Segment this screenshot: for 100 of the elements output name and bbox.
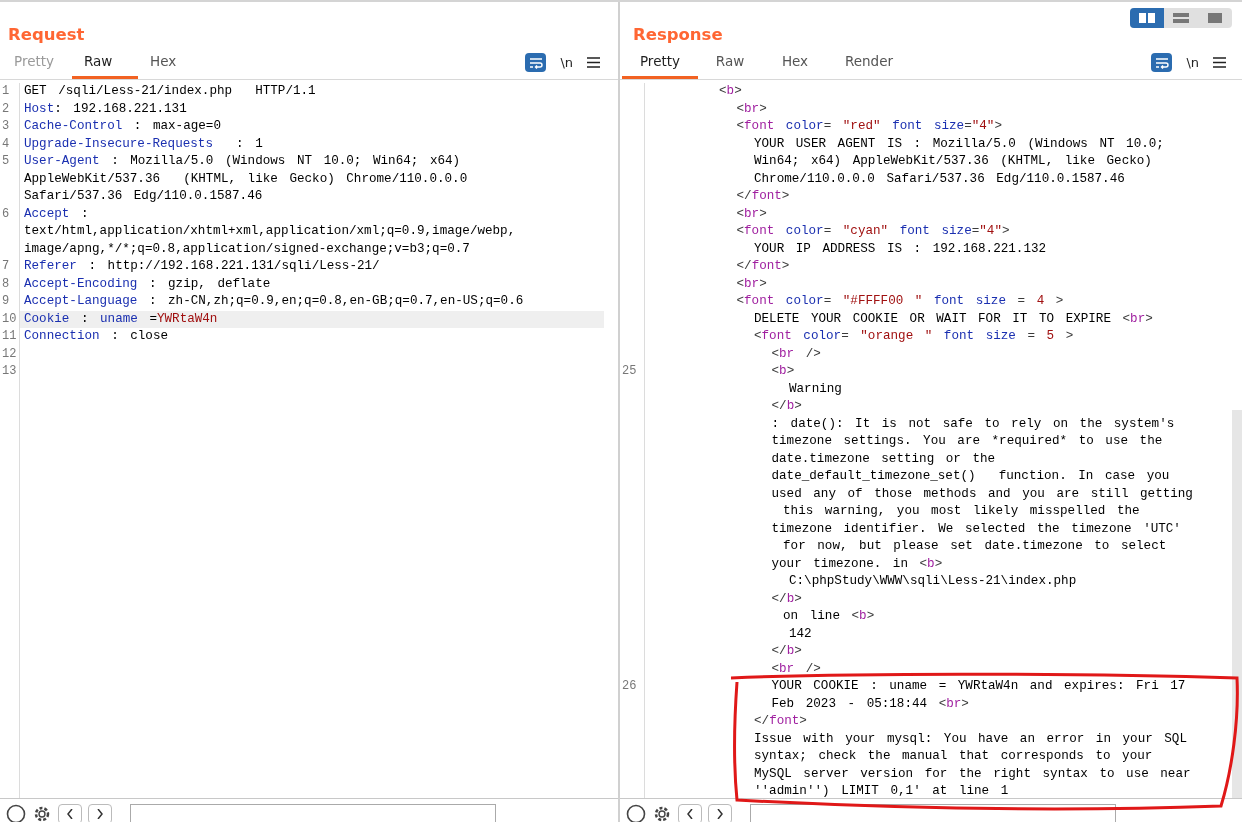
newline-toggle[interactable]: \n [1186, 55, 1199, 70]
code-line: date.timezone setting or the [770, 450, 996, 468]
columns-icon [1139, 13, 1155, 23]
code-line: Cookie : uname =YWRtaW4n [23, 310, 218, 328]
line-number: 26 [621, 678, 638, 695]
code-line: Chrome/110.0.0.0 Safari/537.36 Edg/110.0.1587.46 [753, 170, 1125, 188]
code-line: </font> [753, 713, 807, 730]
line-number: 10 [1, 310, 18, 328]
tab[interactable]: Hex [138, 46, 208, 79]
tab[interactable]: Render [828, 46, 910, 79]
code-line: this warning, you most likely misspelled the [782, 503, 1140, 520]
code-line: <br /> [770, 345, 821, 363]
forward-button[interactable] [708, 804, 732, 822]
code-line: <b> [718, 83, 742, 100]
panel-title: Response [633, 25, 723, 46]
code-line: Win64; x64) AppleWebKit/537.36 (KHTML, like Gecko) [753, 153, 1152, 170]
code-line: </font> [735, 188, 790, 205]
code-line: image/apng,*/*;q=0.8,application/signed-exchange;v=b3;q=0.7 [23, 240, 470, 258]
code-line: <br> [735, 275, 767, 293]
code-line: Upgrade-Insecure-Requests : 1 [23, 135, 263, 153]
code-line: YOUR USER AGENT IS : Mozilla/5.0 (Windows NT 10.0; [753, 135, 1164, 153]
scrollbar[interactable] [1232, 410, 1242, 798]
code-line: timezone settings. You are *required* to use the [770, 433, 1163, 450]
code-line: User-Agent : Mozilla/5.0 (Windows NT 10.0; Win64; x64) [23, 153, 461, 170]
tab[interactable]: Hex [762, 46, 828, 79]
code-line: <b> [770, 363, 795, 380]
code-line: Safari/537.36 Edg/110.0.1587.46 [23, 188, 263, 205]
settings-icon[interactable] [32, 804, 52, 822]
code-line: <br> [735, 100, 767, 118]
code-line: <font color= "orange " font size = 5 > [753, 328, 1074, 345]
code-line: C:\phpStudy\WWW\sqli\Less-21\index.php [788, 573, 1077, 590]
back-button[interactable] [58, 804, 82, 822]
code-line: <font color= "red" font size="4"> [735, 118, 1002, 135]
line-number: 1 [1, 83, 11, 100]
code-line: GET /sqli/Less-21/index.php HTTP/1.1 [23, 83, 316, 100]
wrap-icon[interactable] [525, 53, 547, 72]
code-line: : date(): It is not safe to rely on the system's [770, 415, 1175, 433]
line-number: 11 [1, 328, 18, 345]
forward-button[interactable] [88, 804, 112, 822]
line-number: 3 [1, 118, 11, 135]
rows-icon [1173, 13, 1189, 23]
code-line: text/html,application/xhtml+xml,application/xml;q=0.9,image/webp, [23, 223, 516, 240]
code-line: Referer : http://192.168.221.131/sqli/Less-21/ [23, 258, 380, 275]
tab[interactable]: Raw [698, 46, 762, 79]
line-number: 9 [1, 293, 11, 310]
code-line: YOUR IP ADDRESS IS : 192.168.221.132 [753, 240, 1047, 258]
code-line: </b> [770, 643, 802, 660]
layout-button[interactable] [1130, 8, 1164, 28]
help-icon[interactable] [6, 804, 26, 822]
code-line: ''admin'') LIMIT 0,1' at line 1 [753, 783, 1009, 798]
back-button[interactable] [678, 804, 702, 822]
code-line: 142 [788, 625, 812, 643]
tab[interactable]: Pretty [622, 46, 698, 79]
code-line: <font color= "#FFFF00 " font size = 4 > [735, 293, 1064, 310]
line-number: 12 [1, 345, 18, 363]
line-number: 25 [621, 363, 638, 380]
chevron-right-icon [97, 809, 103, 819]
code-line: Accept : [23, 205, 89, 223]
line-number: 5 [1, 153, 11, 170]
code-line: AppleWebKit/537.36 (KHTML, like Gecko) Chrome/110.0.0.0 [23, 170, 468, 188]
newline-toggle[interactable]: \n [560, 55, 573, 70]
code-line: </font> [735, 258, 790, 275]
code-line: date_default_timezone_set() function. In case you [770, 468, 1170, 485]
code-line: <font color= "cyan" font size="4"> [735, 223, 1010, 240]
code-line: Feb 2023 - 05:18:44 <br> [770, 695, 969, 713]
code-line: DELETE YOUR COOKIE OR WAIT FOR IT TO EXPIRE <br> [753, 310, 1153, 328]
help-icon[interactable] [626, 804, 646, 822]
line-number: 13 [1, 363, 18, 380]
menu-icon[interactable] [587, 57, 600, 68]
code-line: Warning [788, 380, 842, 398]
code-line: Accept-Encoding : gzip, deflate [23, 275, 271, 293]
code-line: your timezone. in <b> [770, 555, 943, 573]
search-field[interactable] [130, 804, 496, 822]
code-line: MySQL server version for the right syntax to use near [753, 765, 1191, 783]
code-line: <br /> [770, 660, 821, 678]
menu-icon[interactable] [1213, 57, 1226, 68]
chevron-left-icon [687, 809, 693, 819]
code-line: syntax; check the manual that corresponds to your [753, 748, 1153, 765]
code-line: timezone identifier. We selected the timezone 'UTC' [770, 520, 1181, 538]
code-line: Host: 192.168.221.131 [23, 100, 187, 118]
tab[interactable]: Raw [72, 46, 138, 79]
search-field[interactable] [750, 804, 1116, 822]
code-line: Cache-Control : max-age=0 [23, 118, 221, 135]
panel-title: Request [8, 25, 85, 46]
code-line: Connection : close [23, 328, 169, 345]
settings-icon[interactable] [652, 804, 672, 822]
code-line: YOUR COOKIE : uname = YWRtaW4n and expires: Fri 17 [770, 678, 1186, 695]
chevron-right-icon [717, 809, 723, 819]
line-number: 2 [1, 100, 11, 118]
code-line: for now, but please set date.timezone to select [782, 538, 1167, 555]
wrap-icon[interactable] [1151, 53, 1173, 72]
code-line: </b> [770, 590, 802, 608]
code-line: <br> [735, 205, 767, 223]
line-number: 6 [1, 205, 11, 223]
line-number: 7 [1, 258, 11, 275]
code-line: </b> [770, 398, 802, 415]
code-line: Issue with your mysql: You have an error in your SQL [753, 730, 1187, 748]
square-icon [1208, 13, 1222, 23]
chevron-left-icon [67, 809, 73, 819]
code-line: used any of those methods and you are still getting [770, 485, 1193, 503]
